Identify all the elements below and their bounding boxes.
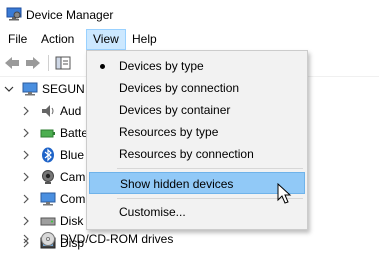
chevron-right-icon[interactable] xyxy=(21,194,31,204)
menu-item-devices-by-type[interactable]: Devices by type xyxy=(89,55,305,77)
tree-item-label: Disk xyxy=(60,214,84,228)
menu-item-label: Resources by connection xyxy=(119,147,254,161)
toolbar-separator xyxy=(48,55,49,71)
tree-item-label: Aud xyxy=(60,104,82,118)
computer-icon xyxy=(22,82,38,96)
battery-icon xyxy=(40,129,55,138)
menu-item-customise[interactable]: Customise... xyxy=(89,201,305,223)
menu-item-devices-by-container[interactable]: Devices by container xyxy=(89,99,305,121)
menu-item-label: Devices by container xyxy=(119,103,231,117)
menu-item-label: Devices by connection xyxy=(119,81,240,95)
back-arrow-icon[interactable] xyxy=(3,55,21,71)
chevron-right-icon[interactable] xyxy=(21,234,31,244)
menu-separator xyxy=(117,198,303,199)
computer-icon xyxy=(40,192,56,206)
menu-item-label: Resources by type xyxy=(119,125,219,139)
audio-icon xyxy=(42,105,54,117)
forward-arrow-icon[interactable] xyxy=(24,55,42,71)
chevron-right-icon[interactable] xyxy=(21,216,31,226)
view-menu-dropdown: Devices by type Devices by connection De… xyxy=(86,50,308,230)
tree-item-label: Batte xyxy=(60,126,89,140)
menu-separator xyxy=(117,168,303,169)
menu-item-show-hidden-devices[interactable]: Show hidden devices xyxy=(89,172,305,194)
device-manager-icon xyxy=(6,7,22,21)
checked-bullet-icon xyxy=(100,64,105,69)
camera-icon xyxy=(42,170,54,184)
menu-bar: File Action View Help xyxy=(0,29,379,50)
mouse-cursor-icon xyxy=(277,183,292,204)
chevron-down-icon[interactable] xyxy=(4,84,14,94)
disk-drive-icon xyxy=(40,217,56,226)
chevron-right-icon[interactable] xyxy=(21,150,31,160)
title-bar: Device Manager xyxy=(0,0,379,29)
window-title: Device Manager xyxy=(26,8,114,22)
menu-item-label: Devices by type xyxy=(119,59,204,73)
menu-item-resources-by-type[interactable]: Resources by type xyxy=(89,121,305,143)
menu-view[interactable]: View xyxy=(86,29,126,50)
chevron-right-icon[interactable] xyxy=(21,106,31,116)
menu-item-label: Show hidden devices xyxy=(120,177,234,191)
menu-file[interactable]: File xyxy=(2,29,33,50)
tree-item-label: Cam xyxy=(60,170,86,184)
menu-item-resources-by-connection[interactable]: Resources by connection xyxy=(89,143,305,165)
properties-icon[interactable] xyxy=(54,55,72,71)
menu-item-label: Customise... xyxy=(119,205,186,219)
tree-item[interactable]: DVD/CD-ROM drives xyxy=(0,228,379,250)
chevron-right-icon[interactable] xyxy=(21,172,31,182)
menu-action[interactable]: Action xyxy=(35,29,80,50)
tree-root-label: SEGUN xyxy=(42,82,85,96)
menu-help[interactable]: Help xyxy=(126,29,163,50)
bluetooth-icon xyxy=(42,147,54,163)
menu-item-devices-by-connection[interactable]: Devices by connection xyxy=(89,77,305,99)
tree-item-label: Com xyxy=(60,192,86,206)
chevron-right-icon[interactable] xyxy=(21,128,31,138)
tree-item-label: DVD/CD-ROM drives xyxy=(60,232,174,246)
tree-item-label: Blue xyxy=(60,148,85,162)
dvd-drive-icon xyxy=(41,232,55,246)
